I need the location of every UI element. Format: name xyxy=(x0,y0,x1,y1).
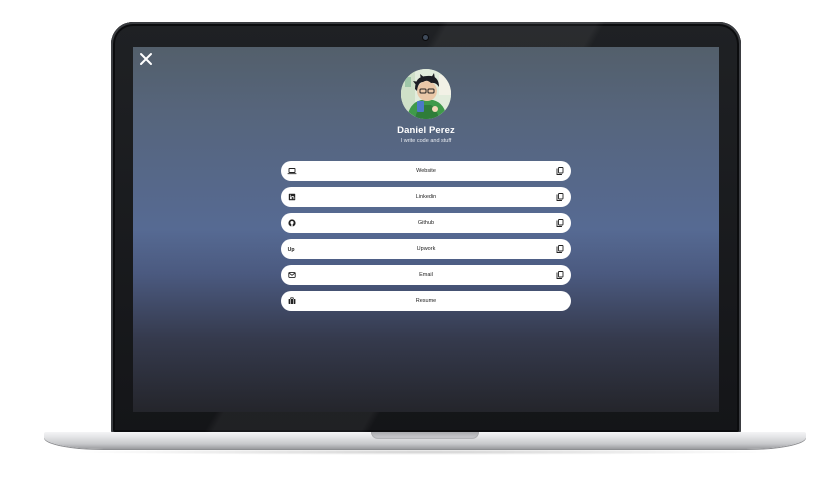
profile-name: Daniel Perez xyxy=(397,125,455,136)
link-button-github[interactable]: Github xyxy=(281,213,571,233)
copy-icon[interactable] xyxy=(555,166,565,176)
link-label: Email xyxy=(419,272,433,278)
close-icon[interactable] xyxy=(139,52,153,66)
copy-icon[interactable] xyxy=(555,244,565,254)
link-button-email[interactable]: Email xyxy=(281,265,571,285)
avatar xyxy=(401,69,451,119)
link-button-linkedin[interactable]: Linkedin xyxy=(281,187,571,207)
laptop-shadow xyxy=(70,449,780,455)
base-notch xyxy=(371,432,479,439)
link-button-resume[interactable]: Resume xyxy=(281,291,571,311)
profile-tagline: I write code and stuff xyxy=(400,138,452,144)
copy-icon[interactable] xyxy=(555,270,565,280)
link-button-upwork[interactable]: Up Upwork xyxy=(281,239,571,259)
laptop-screen: Daniel Perez I write code and stuff Webs… xyxy=(133,47,719,412)
link-label: Upwork xyxy=(416,246,436,252)
link-label: Linkedin xyxy=(415,194,437,200)
laptop-mockup: Daniel Perez I write code and stuff Webs… xyxy=(0,0,838,477)
link-list: Website Linkedin Github Up Upwork Email … xyxy=(281,161,571,317)
camera-dot xyxy=(423,35,428,40)
link-label: Github xyxy=(417,220,435,226)
copy-icon[interactable] xyxy=(555,218,565,228)
link-label: Resume xyxy=(415,298,437,304)
laptop-base xyxy=(44,432,806,449)
avatar-illustration xyxy=(401,69,451,119)
link-label: Website xyxy=(416,168,436,174)
link-button-website[interactable]: Website xyxy=(281,161,571,181)
copy-icon[interactable] xyxy=(555,192,565,202)
